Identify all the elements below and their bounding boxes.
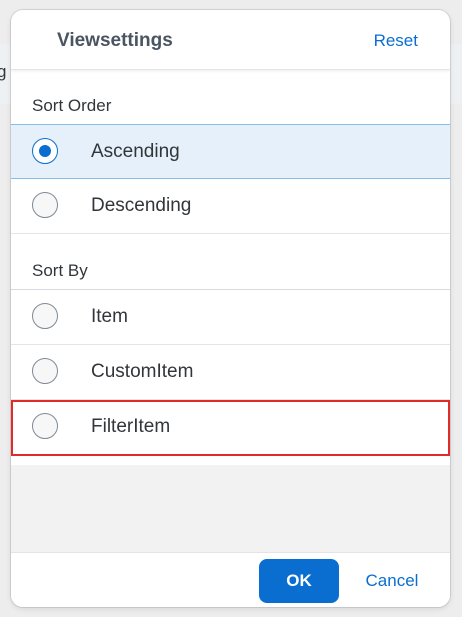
option-label: CustomItem xyxy=(91,361,194,382)
background-text-fragment: g xyxy=(0,62,7,81)
option-label: FilterItem xyxy=(91,416,171,437)
ok-button[interactable]: OK xyxy=(259,559,339,603)
sort-order-label: Sort Order xyxy=(32,96,112,115)
reset-button[interactable]: Reset xyxy=(374,31,418,51)
sort-order-option-descending[interactable]: Descending xyxy=(11,179,450,234)
cancel-button[interactable]: Cancel xyxy=(358,559,426,603)
option-label: Item xyxy=(91,306,128,327)
sort-by-option-filteritem[interactable]: FilterItem xyxy=(11,400,450,456)
option-label: Ascending xyxy=(91,141,180,162)
dialog-title: Viewsettings xyxy=(57,30,173,51)
option-label: Descending xyxy=(91,195,192,216)
radio-unchecked-icon[interactable] xyxy=(32,303,58,329)
list-empty-area xyxy=(11,465,450,553)
radio-unchecked-icon[interactable] xyxy=(32,358,58,384)
sort-by-option-item[interactable]: Item xyxy=(11,290,450,345)
sort-by-label: Sort By xyxy=(32,261,88,280)
radio-unchecked-icon[interactable] xyxy=(32,413,58,439)
dialog-footer: OK Cancel xyxy=(11,552,450,607)
dialog-header: Viewsettings Reset xyxy=(11,10,450,70)
view-settings-dialog: Viewsettings Reset Sort Order Ascending … xyxy=(11,10,450,607)
radio-unchecked-icon[interactable] xyxy=(32,192,58,218)
sort-order-option-ascending[interactable]: Ascending xyxy=(11,124,450,179)
radio-checked-icon[interactable] xyxy=(32,138,58,164)
sort-by-option-customitem[interactable]: CustomItem xyxy=(11,345,450,400)
